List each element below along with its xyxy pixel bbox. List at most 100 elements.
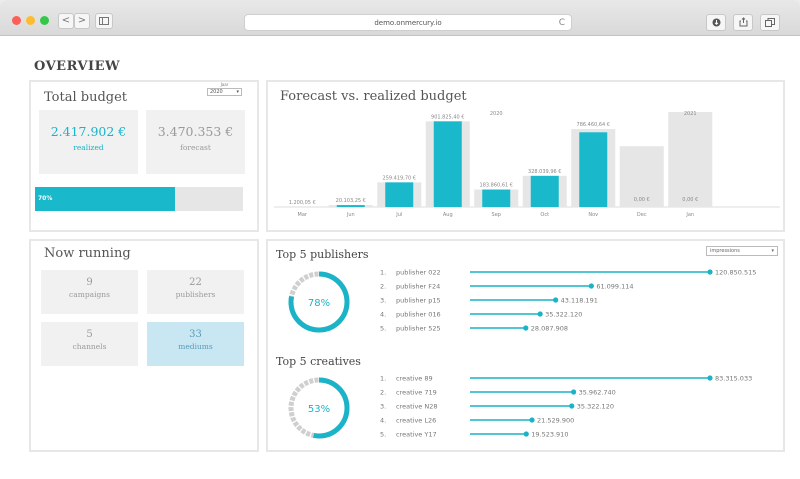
budget-progress-bar: 70% xyxy=(35,187,243,211)
creative-value: 83.315.033 xyxy=(715,375,752,383)
creative-rank: 4. xyxy=(380,417,386,425)
publisher-donut-percent: 78% xyxy=(308,298,330,309)
mediums-tile[interactable]: 33 mediums xyxy=(147,322,244,366)
publishers-tile[interactable]: 22 publishers xyxy=(147,270,244,314)
tabs-button[interactable] xyxy=(760,14,780,31)
top-publishers-title: Top 5 publishers xyxy=(276,248,369,261)
metric-select-value: impressions xyxy=(710,248,740,254)
realized-bar xyxy=(336,205,365,207)
url-text: demo.onmercury.io xyxy=(374,19,442,27)
publisher-value: 61.099.114 xyxy=(596,283,633,291)
browser-window: < > demo.onmercury.io C OVERVIEW Total b… xyxy=(0,0,800,479)
browser-toolbar: < > demo.onmercury.io C xyxy=(0,0,800,36)
chevron-down-icon: ▾ xyxy=(771,248,774,254)
budget-progress-label: 70% xyxy=(38,195,53,202)
bar-value-label: 183.860,61 € xyxy=(480,183,513,189)
creative-value: 35.322.120 xyxy=(577,403,614,411)
x-tick-label: Dec xyxy=(637,212,647,218)
creative-rank: 3. xyxy=(380,403,386,411)
bar-value-label: 901.825,40 € xyxy=(431,114,464,120)
publisher-name: publisher p15 xyxy=(396,297,441,305)
budget-progress-fill xyxy=(35,187,175,211)
year-label: 2020 xyxy=(490,111,503,117)
publisher-bar-dot xyxy=(523,325,529,331)
publishers-label: publishers xyxy=(175,290,216,299)
channels-tile[interactable]: 5 channels xyxy=(41,322,138,366)
realized-value: 2.417.902 € xyxy=(50,124,127,139)
creative-name: creative 719 xyxy=(396,389,437,397)
x-tick-label: Jul xyxy=(395,212,402,218)
creative-bar-dot xyxy=(569,403,575,409)
share-button[interactable] xyxy=(733,14,753,31)
realized-bar xyxy=(433,121,462,207)
creative-rank: 5. xyxy=(380,431,386,439)
mediums-count: 33 xyxy=(189,329,202,340)
creative-name: creative 89 xyxy=(396,375,433,383)
creative-bar-dot xyxy=(529,417,535,423)
zoom-window-button[interactable] xyxy=(40,16,49,25)
minimize-window-button[interactable] xyxy=(26,16,35,25)
now-running-panel: Now running 9 campaigns 22 publishers 5 … xyxy=(29,239,259,452)
publisher-value: 43.118.191 xyxy=(561,297,598,305)
total-budget-panel: Total budget Jaar 2020 ▾ 2.417.902 € real… xyxy=(29,80,259,232)
bar-value-label: 0,00 € xyxy=(634,197,650,203)
close-window-button[interactable] xyxy=(12,16,21,25)
creative-bar-dot xyxy=(570,389,577,395)
creative-bar-dot xyxy=(523,431,529,437)
page-title: OVERVIEW xyxy=(34,59,121,74)
publisher-name: publisher 022 xyxy=(396,269,441,277)
bar-value-label: 259.419,70 € xyxy=(383,175,416,181)
tabs-icon xyxy=(765,18,775,27)
forecast-chart: 1.200,05 € Mar 20.103,25 € Jun 259.419,70 € J… xyxy=(274,111,780,218)
publisher-bar-dot xyxy=(553,297,559,303)
publisher-name: publisher 016 xyxy=(396,311,441,319)
publisher-rank: 3. xyxy=(380,297,386,305)
metric-select[interactable]: impressions ▾ xyxy=(706,246,778,256)
bar-value-label: 786.460,64 € xyxy=(577,122,610,128)
address-bar[interactable]: demo.onmercury.io C xyxy=(244,14,572,31)
realized-kpi: 2.417.902 € realized xyxy=(39,110,138,174)
sidebar-icon xyxy=(99,17,109,25)
mediums-label: mediums xyxy=(178,342,213,351)
publisher-bar-dot xyxy=(707,269,713,275)
bar-value-label: 328.039,96 € xyxy=(528,169,561,175)
campaigns-count: 9 xyxy=(86,277,93,288)
publisher-name: publisher F24 xyxy=(396,283,440,291)
publisher-rank: 4. xyxy=(380,311,386,319)
x-tick-label: Oct xyxy=(540,212,549,218)
downloads-button[interactable] xyxy=(706,14,726,31)
creative-value: 21.529.900 xyxy=(537,417,574,425)
publisher-rank: 5. xyxy=(380,325,386,333)
forecast-value: 3.470.353 € xyxy=(157,124,234,139)
realized-bar xyxy=(385,182,414,207)
creative-bar-dot xyxy=(707,375,713,381)
publisher-bar-dot xyxy=(588,283,594,289)
year-select-label: Jaar xyxy=(220,82,229,87)
top5-panel: Top 5 publishers impressions ▾ Top 5 crea… xyxy=(266,239,785,452)
total-budget-title: Total budget xyxy=(44,90,128,105)
sidebar-toggle-button[interactable] xyxy=(95,13,113,29)
x-tick-label: Nov xyxy=(588,212,598,218)
back-button[interactable]: < xyxy=(58,13,74,29)
reload-icon[interactable]: C xyxy=(559,15,565,31)
creative-value: 35.962.740 xyxy=(579,389,616,397)
forecast-chart-panel: Forecast vs. realized budget 1.200,05 € M… xyxy=(266,80,785,232)
x-tick-label: Aug xyxy=(443,212,453,218)
chevron-down-icon: ▾ xyxy=(236,89,239,95)
campaigns-tile[interactable]: 9 campaigns xyxy=(41,270,138,314)
creative-rank: 1. xyxy=(380,375,386,383)
dashboard: OVERVIEW Total budget Jaar 2020 ▾ 2.417.9… xyxy=(0,36,800,479)
publisher-bar-dot xyxy=(537,311,543,317)
top-publishers-chart: 78% 1. publisher 022 120.850.515 2. publisher… xyxy=(288,269,756,333)
forward-button[interactable]: > xyxy=(74,13,90,29)
realized-label: realized xyxy=(73,143,104,152)
bar-value-label: 0,00 € xyxy=(682,197,698,203)
creative-name: creative Y17 xyxy=(396,431,437,439)
realized-bar xyxy=(530,175,559,207)
forecast-label: forecast xyxy=(180,143,211,152)
campaigns-label: campaigns xyxy=(69,290,110,299)
now-running-title: Now running xyxy=(44,246,131,261)
creative-name: creative L26 xyxy=(396,417,436,425)
year-select[interactable]: Jaar 2020 ▾ xyxy=(207,82,242,96)
realized-bar xyxy=(579,132,608,207)
